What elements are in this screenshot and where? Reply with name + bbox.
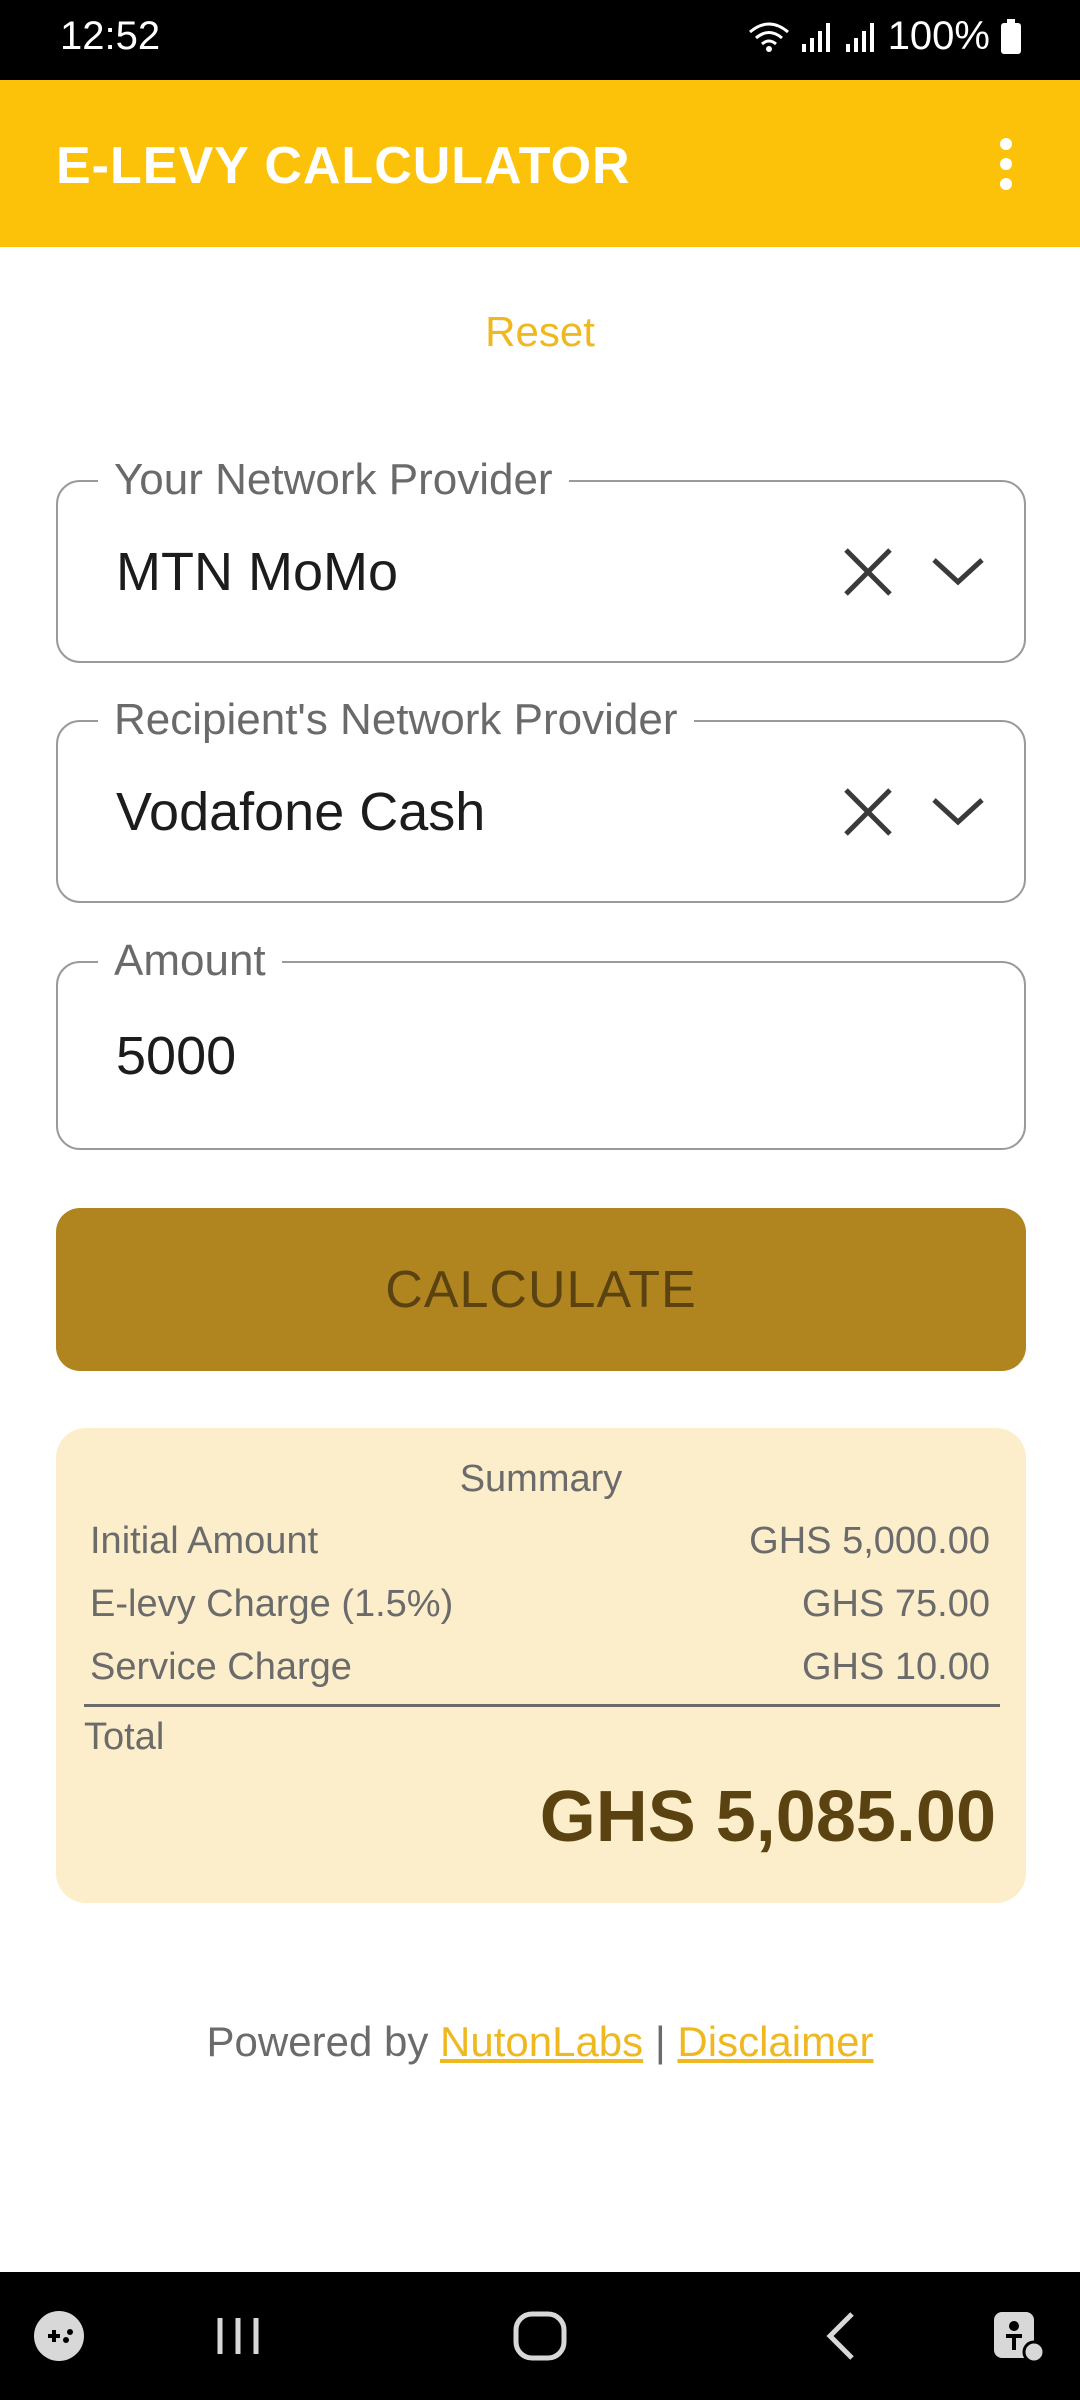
system-nav-bar: [0, 2272, 1080, 2400]
game-launcher-icon[interactable]: [30, 2306, 88, 2366]
amount-label: Amount: [98, 933, 282, 989]
status-time: 12:52: [60, 14, 161, 58]
sender-provider-label: Your Network Provider: [98, 452, 569, 508]
app-bar: E-LEVY CALCULATOR: [0, 80, 1080, 247]
more-vert-icon[interactable]: [968, 124, 1040, 204]
summary-card: Summary Initial Amount GHS 5,000.00 E-le…: [56, 1428, 1026, 1903]
summary-divider: [84, 1704, 1000, 1707]
footer: Powered by NutonLabs | Disclaimer: [0, 2018, 1080, 2066]
summary-row-value: GHS 75.00: [802, 1583, 990, 1625]
summary-row-label: Initial Amount: [90, 1520, 319, 1562]
footer-separator: |: [643, 2018, 678, 2065]
recipient-provider-select[interactable]: Recipient's Network Provider Vodafone Ca…: [56, 692, 1026, 903]
status-icons: 100%: [748, 14, 1022, 59]
summary-row-label: E-levy Charge (1.5%): [90, 1583, 454, 1625]
sender-provider-value: MTN MoMo: [116, 541, 398, 602]
summary-row-label: Service Charge: [90, 1646, 352, 1688]
wifi-icon: [748, 22, 789, 52]
recipient-provider-value: Vodafone Cash: [116, 781, 486, 842]
chevron-down-icon[interactable]: [928, 782, 988, 842]
summary-row-value: GHS 5,000.00: [749, 1520, 990, 1562]
nutonlabs-link[interactable]: NutonLabs: [440, 2018, 643, 2065]
battery-percent: 100%: [887, 14, 990, 58]
disclaimer-link[interactable]: Disclaimer: [677, 2018, 873, 2065]
battery-icon: [1001, 18, 1021, 54]
total-value: GHS 5,085.00: [539, 1777, 996, 1857]
app-title: E-LEVY CALCULATOR: [56, 137, 631, 195]
signal-icon-2: [845, 22, 874, 52]
amount-field[interactable]: Amount 5000: [56, 933, 1026, 1150]
clear-icon[interactable]: [840, 544, 896, 600]
recent-apps-icon[interactable]: [208, 2306, 268, 2366]
total-label: Total: [84, 1716, 165, 1758]
footer-prefix: Powered by: [206, 2018, 441, 2065]
signal-icon: [801, 22, 830, 52]
summary-title: Summary: [459, 1458, 623, 1500]
home-icon[interactable]: [508, 2306, 572, 2366]
back-icon[interactable]: [812, 2306, 872, 2366]
status-bar: 12:52 100%: [0, 0, 1080, 80]
chevron-down-icon[interactable]: [928, 542, 988, 602]
recipient-provider-label: Recipient's Network Provider: [98, 692, 694, 748]
calculate-button[interactable]: CALCULATE: [56, 1208, 1026, 1371]
clear-icon[interactable]: [840, 784, 896, 840]
amount-value[interactable]: 5000: [116, 1025, 236, 1087]
reset-button[interactable]: Reset: [0, 308, 1080, 356]
summary-row-value: GHS 10.00: [802, 1646, 990, 1688]
sender-provider-select[interactable]: Your Network Provider MTN MoMo: [56, 452, 1026, 663]
accessibility-icon[interactable]: [988, 2306, 1048, 2366]
